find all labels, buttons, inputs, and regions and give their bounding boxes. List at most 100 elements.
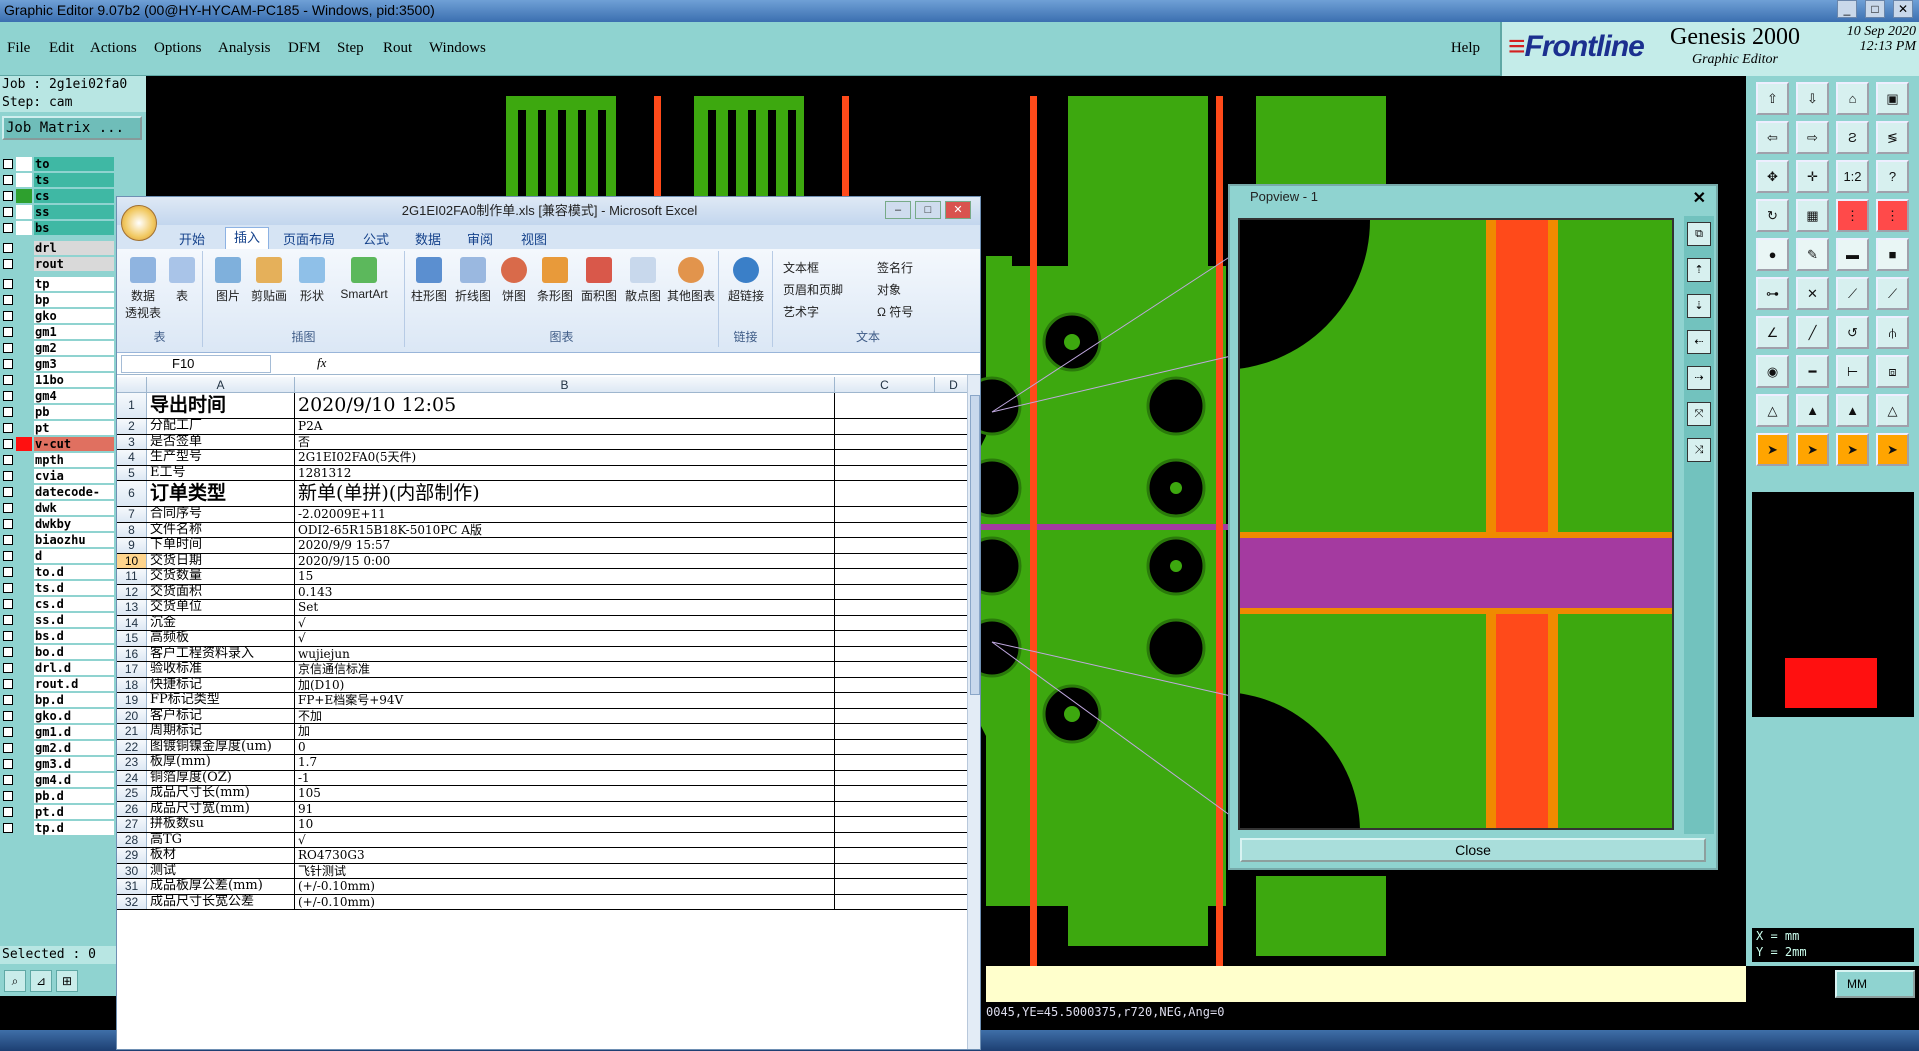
layer-name[interactable]: gm3 — [34, 357, 114, 371]
scale-icon[interactable]: 1:2 — [1836, 160, 1869, 193]
layer-checkbox[interactable] — [3, 519, 13, 529]
layer-name[interactable]: 11bo — [34, 373, 114, 387]
cell-b[interactable]: 10 — [295, 817, 835, 832]
cell-a[interactable]: 成品尺寸长(mm) — [147, 786, 295, 801]
name-box[interactable]: F10 — [121, 355, 271, 373]
row-number[interactable]: 22 — [117, 739, 147, 754]
popview-zoom-out-icon[interactable]: ⤧ — [1687, 402, 1711, 426]
layer-name[interactable]: datecode-pt — [34, 485, 114, 514]
row-number[interactable]: 4 — [117, 450, 147, 465]
layer-checkbox[interactable] — [3, 359, 13, 369]
column-header-b[interactable]: B — [295, 377, 835, 393]
maximize-button[interactable]: □ — [1865, 0, 1885, 18]
scrollbar-thumb[interactable] — [970, 395, 980, 695]
layer-name[interactable]: gko.d — [34, 709, 114, 723]
layer-row[interactable]: ts — [0, 172, 146, 188]
row-number[interactable]: 21 — [117, 724, 147, 739]
layer-name[interactable]: ss — [34, 205, 114, 219]
pad-icon[interactable]: ◉ — [1756, 355, 1789, 388]
row-number[interactable]: 6 — [117, 481, 147, 506]
menu-edit[interactable]: Edit — [49, 40, 74, 57]
office-button[interactable] — [121, 205, 157, 241]
fork-icon[interactable]: ⫛ — [1876, 316, 1909, 349]
minimize-button[interactable]: _ — [1837, 0, 1857, 18]
pointer2-icon[interactable]: ➤ — [1796, 433, 1829, 466]
cell-a[interactable]: 文件名称 — [147, 522, 295, 537]
home-icon[interactable]: ⇧ — [1756, 82, 1789, 115]
layer-name[interactable]: tp — [34, 277, 114, 291]
layer-checkbox[interactable] — [3, 191, 13, 201]
layer-checkbox[interactable] — [3, 455, 13, 465]
minus-icon[interactable]: ━ — [1796, 355, 1829, 388]
popview-canvas[interactable] — [1238, 218, 1674, 830]
measure-tool-icon[interactable]: ⊿ — [30, 970, 52, 992]
layer-checkbox[interactable] — [3, 439, 13, 449]
cell-b[interactable]: ODI2-65R15B18K-5010PC A版 — [295, 522, 835, 537]
help-icon[interactable]: ? — [1876, 160, 1909, 193]
row-number[interactable]: 20 — [117, 708, 147, 723]
layer-name[interactable]: pb — [34, 405, 114, 419]
cell-a[interactable]: 周期标记 — [147, 724, 295, 739]
menu-actions[interactable]: Actions — [90, 40, 137, 57]
other-charts-button[interactable]: 其他图表 — [665, 257, 717, 304]
area-chart-button[interactable]: 面积图 — [579, 257, 619, 304]
row-number[interactable]: 15 — [117, 631, 147, 646]
layer-name[interactable]: to — [34, 157, 114, 171]
cell-b[interactable]: 新单(单拼)(内部制作) — [295, 481, 835, 506]
row-number[interactable]: 8 — [117, 522, 147, 537]
row-number[interactable]: 3 — [117, 434, 147, 449]
layer-checkbox[interactable] — [3, 487, 13, 497]
cell-b[interactable]: RO4730G3 — [295, 848, 835, 863]
snake-icon[interactable]: Ƨ — [1836, 121, 1869, 154]
window-icon[interactable]: ▣ — [1876, 82, 1909, 115]
layer-name[interactable]: tp.d — [34, 821, 114, 835]
down-icon[interactable]: ⇩ — [1796, 82, 1829, 115]
signature-line-button[interactable]: 签名行 — [877, 259, 913, 276]
circle-icon[interactable]: ● — [1756, 238, 1789, 271]
popview-left-icon[interactable]: ⇠ — [1687, 330, 1711, 354]
layer-name[interactable]: cvia — [34, 469, 114, 483]
tab-home[interactable]: 开始 — [179, 229, 205, 248]
units-button[interactable]: MM — [1835, 970, 1915, 998]
layer-name[interactable]: gm4 — [34, 389, 114, 403]
pivot-table-button[interactable]: 数据 透视表 — [123, 257, 163, 321]
row-number[interactable]: 18 — [117, 677, 147, 692]
textbox-button[interactable]: 文本框 — [783, 259, 819, 276]
cell-a[interactable]: 成品板厚公差(mm) — [147, 879, 295, 894]
menu-file[interactable]: File — [7, 40, 30, 57]
layer-checkbox[interactable] — [3, 759, 13, 769]
cell-b[interactable]: 否 — [295, 434, 835, 449]
center-icon[interactable]: ✛ — [1796, 160, 1829, 193]
cell-a[interactable]: 交货面积 — [147, 584, 295, 599]
tri4-icon[interactable]: △ — [1876, 394, 1909, 427]
layer-checkbox[interactable] — [3, 279, 13, 289]
column-header-a[interactable]: A — [147, 377, 295, 393]
cross-icon[interactable]: ✕ — [1796, 277, 1829, 310]
cell-a[interactable]: 板材 — [147, 848, 295, 863]
header-footer-button[interactable]: 页眉和页脚 — [783, 281, 843, 298]
cell-a[interactable]: 快捷标记 — [147, 677, 295, 692]
spreadsheet-grid[interactable]: A B C D 1 导出时间 2020/9/10 12:05 2 分配工厂 P2A 3 是否签… — [117, 377, 973, 1049]
row-number[interactable]: 31 — [117, 879, 147, 894]
vertical-scrollbar[interactable] — [967, 375, 980, 1049]
arc-icon[interactable]: ↺ — [1836, 316, 1869, 349]
row-number[interactable]: 14 — [117, 615, 147, 630]
layer-name[interactable]: rout.d — [34, 677, 114, 691]
layer-checkbox[interactable] — [3, 743, 13, 753]
row-number[interactable]: 17 — [117, 662, 147, 677]
cell-b[interactable]: 2020/9/9 15:57 — [295, 538, 835, 553]
layer-checkbox[interactable] — [3, 207, 13, 217]
menu-dfm[interactable]: DFM — [288, 40, 321, 57]
layer-name[interactable]: cs — [34, 189, 114, 203]
layer-checkbox[interactable] — [3, 243, 13, 253]
tri2-icon[interactable]: ▲ — [1796, 394, 1829, 427]
layer-name[interactable]: gm2.d — [34, 741, 114, 755]
layer-checkbox[interactable] — [3, 311, 13, 321]
tab-view[interactable]: 视图 — [521, 229, 547, 248]
edit-icon[interactable]: ✎ — [1796, 238, 1829, 271]
layer-checkbox[interactable] — [3, 583, 13, 593]
right-icon[interactable]: ⇨ — [1796, 121, 1829, 154]
menu-step[interactable]: Step — [337, 40, 364, 57]
layer-checkbox[interactable] — [3, 327, 13, 337]
layer-checkbox[interactable] — [3, 823, 13, 833]
